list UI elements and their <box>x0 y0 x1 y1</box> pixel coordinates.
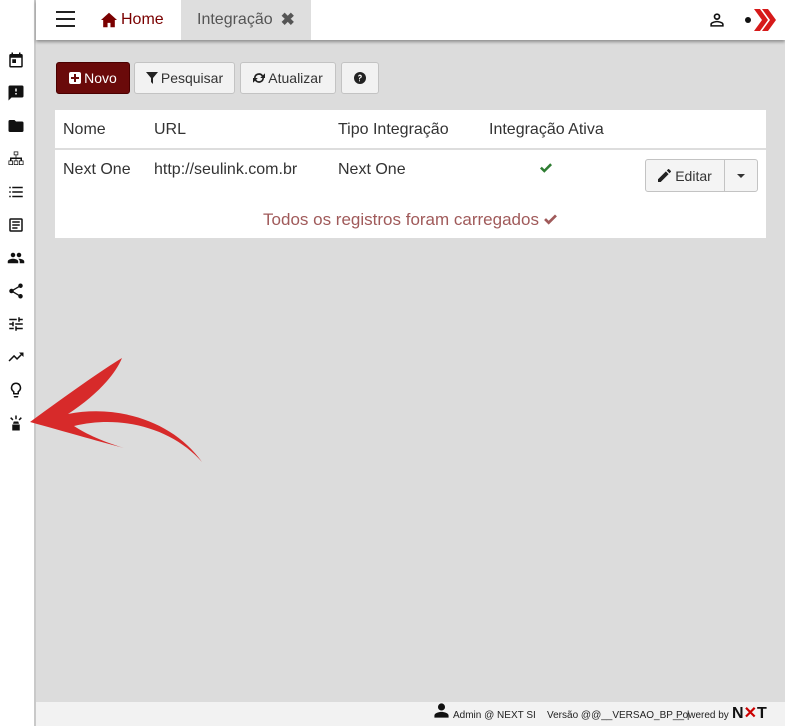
sitemap-icon <box>8 151 24 165</box>
list-icon <box>9 186 23 198</box>
sidebar-item-sitemap[interactable] <box>6 149 26 169</box>
column-header-ativa: Integração Ativa <box>489 121 604 138</box>
footer-powered-by: Powered by <box>676 710 729 721</box>
loaded-message: Todos os registros foram carregados <box>55 210 766 230</box>
sidebar-item-lightbulb[interactable] <box>6 380 26 400</box>
tab-integracao[interactable]: Integração ✖ <box>181 0 311 40</box>
footer: Admin @ NEXT SI Versão @@__VERSAO_BP__ |… <box>36 702 785 726</box>
sidebar-item-folder[interactable] <box>6 116 26 136</box>
caret-down-icon <box>737 173 745 178</box>
sidebar <box>0 0 34 726</box>
calendar-icon <box>9 52 23 68</box>
refresh-button[interactable]: Atualizar <box>240 62 336 94</box>
edit-button[interactable]: Editar <box>645 159 725 192</box>
lightbulb-icon <box>10 382 22 398</box>
integration-table: Nome URL Tipo Integração Integração Ativ… <box>55 110 766 238</box>
help-button[interactable] <box>341 62 379 94</box>
cell-nome: Next One <box>63 161 131 178</box>
search-button-label: Pesquisar <box>160 70 224 86</box>
sidebar-item-article[interactable] <box>6 215 26 235</box>
article-icon <box>9 218 23 232</box>
edit-button-label: Editar <box>675 167 712 184</box>
menu-icon[interactable] <box>56 11 75 28</box>
sidebar-item-integration[interactable] <box>6 413 26 433</box>
footer-version: Versão @@__VERSAO_BP__ | <box>547 710 690 721</box>
sidebar-item-calendar[interactable] <box>6 50 26 70</box>
home-icon <box>101 12 117 28</box>
folder-icon <box>8 120 24 132</box>
sidebar-item-people[interactable] <box>6 248 26 268</box>
pencil-icon <box>658 169 672 182</box>
trending-icon <box>8 352 24 362</box>
loaded-message-text: Todos os registros foram carregados <box>263 210 539 229</box>
tune-icon <box>9 317 23 331</box>
footer-brand-logo: N✕T <box>732 705 767 722</box>
sidebar-item-feedback[interactable] <box>6 83 26 103</box>
close-tab-icon[interactable]: ✖ <box>281 10 295 30</box>
main-content: Novo Pesquisar Atualizar Nome URL Tipo I… <box>36 40 785 702</box>
refresh-button-label: Atualizar <box>268 70 323 86</box>
plus-square-icon <box>69 72 82 84</box>
cell-tipo: Next One <box>338 161 406 178</box>
integration-icon <box>10 415 22 431</box>
share-icon <box>9 283 23 299</box>
cell-url: http://seulink.com.br <box>154 161 298 178</box>
new-button[interactable]: Novo <box>56 62 130 94</box>
tab-home-label: Home <box>121 11 164 28</box>
header-divider <box>55 148 766 150</box>
new-button-label: Novo <box>84 70 117 86</box>
sidebar-item-trending[interactable] <box>6 347 26 367</box>
sidebar-item-list[interactable] <box>6 182 26 202</box>
user-account-icon[interactable] <box>707 10 727 30</box>
people-icon <box>7 252 25 264</box>
top-bar: Home Integração ✖ <box>36 0 785 40</box>
footer-user: Admin @ NEXT SI <box>453 710 536 721</box>
refresh-icon <box>253 73 266 83</box>
sidebar-item-tune[interactable] <box>6 314 26 334</box>
brand-logo-icon <box>745 9 776 31</box>
column-header-url: URL <box>154 121 187 138</box>
sidebar-item-share[interactable] <box>6 281 26 301</box>
tab-integracao-label: Integração <box>197 11 273 28</box>
feedback-icon <box>8 85 24 101</box>
column-header-tipo: Tipo Integração <box>338 121 449 138</box>
search-button[interactable]: Pesquisar <box>134 62 235 94</box>
filter-icon <box>145 72 158 84</box>
edit-dropdown-toggle[interactable] <box>724 159 758 192</box>
person-icon <box>434 703 449 718</box>
active-check-icon <box>540 163 552 173</box>
help-icon <box>354 72 366 84</box>
tab-home[interactable]: Home <box>100 0 164 40</box>
loaded-check-icon <box>544 214 557 225</box>
column-header-nome: Nome <box>63 121 106 138</box>
